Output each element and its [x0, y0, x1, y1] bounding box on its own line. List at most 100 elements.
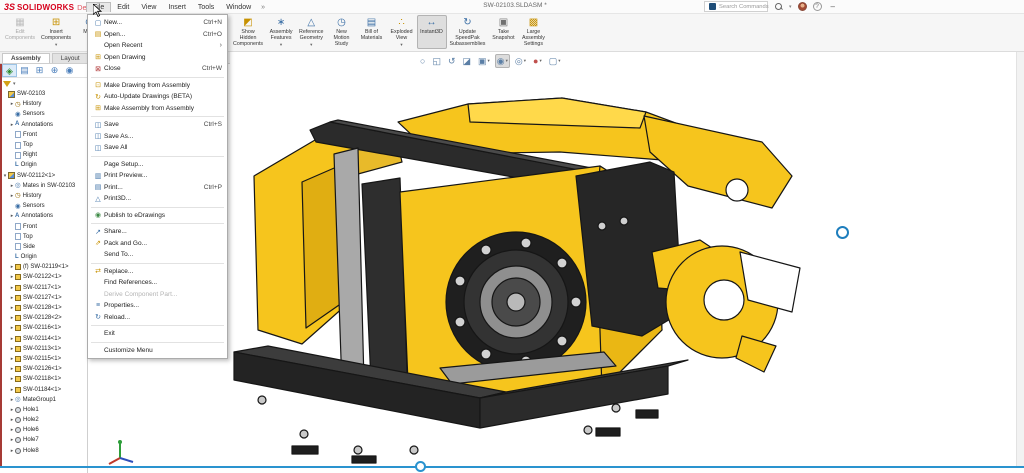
tree-item-sw-02117-1[interactable]: ▸SW-02117<1> — [0, 283, 87, 293]
file-menu-item-page-setup[interactable]: Page Setup... — [88, 159, 227, 171]
file-menu-item-save-as[interactable]: ◫Save As... — [88, 131, 227, 143]
dropdown-caret-icon[interactable]: ▾ — [55, 42, 57, 47]
tree-item-sw-02103[interactable]: SW-02103 — [0, 89, 87, 99]
zoom-fit-icon[interactable]: ○ — [418, 54, 427, 68]
file-menu-item-properties[interactable]: ≡Properties... — [88, 300, 227, 312]
section-view-icon[interactable]: ◪ — [461, 54, 474, 68]
file-menu-item-find-references[interactable]: Find References... — [88, 277, 227, 289]
tree-item-origin[interactable]: LOrigin — [0, 252, 87, 262]
tree-item-sw-02118-1[interactable]: ▸SW-02118<1> — [0, 374, 87, 384]
filter-funnel-icon[interactable] — [3, 81, 11, 87]
file-menu-item-pack-and-go[interactable]: ⇗Pack and Go... — [88, 238, 227, 250]
tree-item-front[interactable]: Front — [0, 221, 87, 231]
tree-item-hole2[interactable]: ▸Hole2 — [0, 415, 87, 425]
cm-button-take-snapshot[interactable]: ▣Take Snapshot — [488, 15, 518, 49]
tree-item-sw-02113-1[interactable]: ▸SW-02113<1> — [0, 344, 87, 354]
cm-button-update-speedpak-subassemblies[interactable]: ↻Update SpeedPak Subassemblies — [447, 15, 489, 49]
tree-item-history[interactable]: ▸◷History — [0, 191, 87, 201]
file-menu-item-new[interactable]: ▢New...Ctrl+N — [88, 17, 227, 29]
search-icon[interactable] — [774, 2, 783, 11]
help-button[interactable]: ? — [813, 2, 822, 11]
graphics-viewport[interactable]: ○◱↺◪▣▾◉▾◎▾●▾▢▾ — [88, 52, 1024, 473]
dropdown-caret-icon[interactable]: ▾ — [506, 58, 508, 64]
previous-view-icon[interactable]: ↺ — [446, 54, 458, 68]
display-style-icon[interactable]: ◉▾ — [495, 54, 510, 68]
file-menu-item-replace[interactable]: ⇄Replace... — [88, 266, 227, 278]
cm-button-insert-components[interactable]: ⊞Insert Components▾ — [38, 15, 74, 49]
tree-item-annotations[interactable]: ▸AAnnotations — [0, 211, 87, 221]
dropdown-caret-icon[interactable]: ▾ — [524, 58, 526, 64]
menu-edit[interactable]: Edit — [111, 3, 135, 12]
file-menu-item-open-recent[interactable]: Open Recent› — [88, 40, 227, 52]
dropdown-caret-icon[interactable]: ▾ — [539, 58, 541, 64]
task-pane-edge[interactable] — [1016, 14, 1024, 466]
file-menu-item-print-preview[interactable]: ▥Print Preview... — [88, 170, 227, 182]
tree-item-hole8[interactable]: ▸Hole8 — [0, 446, 87, 456]
dropdown-caret-icon[interactable]: ▾ — [310, 42, 312, 47]
tree-item-right[interactable]: Right — [0, 150, 87, 160]
tree-item-history[interactable]: ▸◷History — [0, 99, 87, 109]
search-caret-icon[interactable]: ▾ — [789, 4, 792, 10]
cm-button-reference-geometry[interactable]: △Reference Geometry▾ — [296, 15, 326, 49]
dropdown-caret-icon[interactable]: ▾ — [488, 58, 490, 64]
tab-layout[interactable]: Layout — [52, 53, 89, 63]
file-menu-item-reload[interactable]: ↻Reload... — [88, 312, 227, 324]
filter-caret-icon[interactable]: ▾ — [13, 81, 16, 87]
tree-item-hole7[interactable]: ▸Hole7 — [0, 435, 87, 445]
displaymanager-tab-icon[interactable]: ◉ — [62, 64, 77, 77]
tree-item-hole1[interactable]: ▸Hole1 — [0, 405, 87, 415]
user-avatar[interactable] — [798, 2, 807, 11]
hide-show-items-icon[interactable]: ◎▾ — [513, 54, 528, 68]
tree-item-sensors[interactable]: ◉Sensors — [0, 201, 87, 211]
dimxpertmanager-tab-icon[interactable]: ⊕ — [47, 64, 62, 77]
file-menu-item-print[interactable]: ▤Print...Ctrl+P — [88, 182, 227, 194]
menu-tools[interactable]: Tools — [192, 3, 220, 12]
file-menu-item-share[interactable]: ↗Share... — [88, 226, 227, 238]
menu-window[interactable]: Window — [220, 3, 257, 12]
minimize-button[interactable]: – — [828, 2, 838, 11]
file-menu-item-exit[interactable]: Exit — [88, 328, 227, 340]
file-menu-item-make-drawing-from-assembly[interactable]: ⊡Make Drawing from Assembly — [88, 80, 227, 92]
featuremanager-tab-icon[interactable]: ◈ — [2, 64, 17, 77]
view-orientation-icon[interactable]: ▣▾ — [476, 54, 492, 68]
file-menu-item-save-all[interactable]: ◫Save All — [88, 142, 227, 154]
tree-item-top[interactable]: Top — [0, 140, 87, 150]
propertymanager-tab-icon[interactable]: ▤ — [17, 64, 32, 77]
dropdown-caret-icon[interactable]: ▾ — [400, 42, 402, 47]
view-settings-icon[interactable]: ▢▾ — [547, 54, 563, 68]
tree-item-sw-02126-1[interactable]: ▸SW-02126<1> — [0, 364, 87, 374]
zoom-area-icon[interactable]: ◱ — [430, 54, 443, 68]
cm-button-instant3d[interactable]: ↔Instant3D — [417, 15, 447, 49]
tree-item-sw-01184-1[interactable]: ▸SW-01184<1> — [0, 384, 87, 394]
cm-button-exploded-view[interactable]: ∴Exploded View▾ — [387, 15, 417, 49]
cm-button-large-assembly-settings[interactable]: ▩Large Assembly Settings — [518, 15, 548, 49]
tree-item-hole6[interactable]: ▸Hole6 — [0, 425, 87, 435]
file-menu-item-open-drawing[interactable]: ⊞Open Drawing — [88, 52, 227, 64]
configurationmanager-tab-icon[interactable]: ⊞ — [32, 64, 47, 77]
file-menu-item-save[interactable]: ◫SaveCtrl+S — [88, 119, 227, 131]
tab-assembly[interactable]: Assembly — [2, 53, 50, 63]
file-menu-item-auto-update-drawings-beta[interactable]: ↻Auto-Update Drawings (BETA) — [88, 91, 227, 103]
menu-pin-icon[interactable]: » — [257, 4, 269, 11]
edit-appearance-icon[interactable]: ●▾ — [531, 54, 544, 68]
file-menu-item-publish-to-edrawings[interactable]: ◉Publish to eDrawings — [88, 210, 227, 222]
tree-item-front[interactable]: Front — [0, 130, 87, 140]
video-progress-bar[interactable] — [0, 466, 1024, 468]
tree-item-sw-02127-1[interactable]: ▸SW-02127<1> — [0, 293, 87, 303]
tree-item-sw-02128-1[interactable]: ▸SW-02128<1> — [0, 303, 87, 313]
cm-button-show-hidden-components[interactable]: ◩Show Hidden Components — [230, 15, 266, 49]
tree-item-annotations[interactable]: ▸AAnnotations — [0, 120, 87, 130]
tree-item-origin[interactable]: LOrigin — [0, 160, 87, 170]
cm-button-new-motion-study[interactable]: ◷New Motion Study — [327, 15, 357, 49]
tree-item-mategroup1[interactable]: ▸◎MateGroup1 — [0, 395, 87, 405]
tree-item-sw-02128-2[interactable]: ▸SW-02128<2> — [0, 313, 87, 323]
search-commands-box[interactable]: Search Commands — [704, 1, 768, 12]
dropdown-caret-icon[interactable]: ▾ — [558, 58, 560, 64]
menu-insert[interactable]: Insert — [162, 3, 192, 12]
menu-view[interactable]: View — [135, 3, 162, 12]
tree-item-sw-02112-1[interactable]: ▾SW-02112<1> — [0, 171, 87, 181]
tree-item-side[interactable]: Side — [0, 242, 87, 252]
tree-item-sw-02115-1[interactable]: ▸SW-02115<1> — [0, 354, 87, 364]
tree-item-f-sw-02119-1[interactable]: ▸(f) SW-02119<1> — [0, 262, 87, 272]
file-menu-item-close[interactable]: ⊠CloseCtrl+W — [88, 63, 227, 75]
